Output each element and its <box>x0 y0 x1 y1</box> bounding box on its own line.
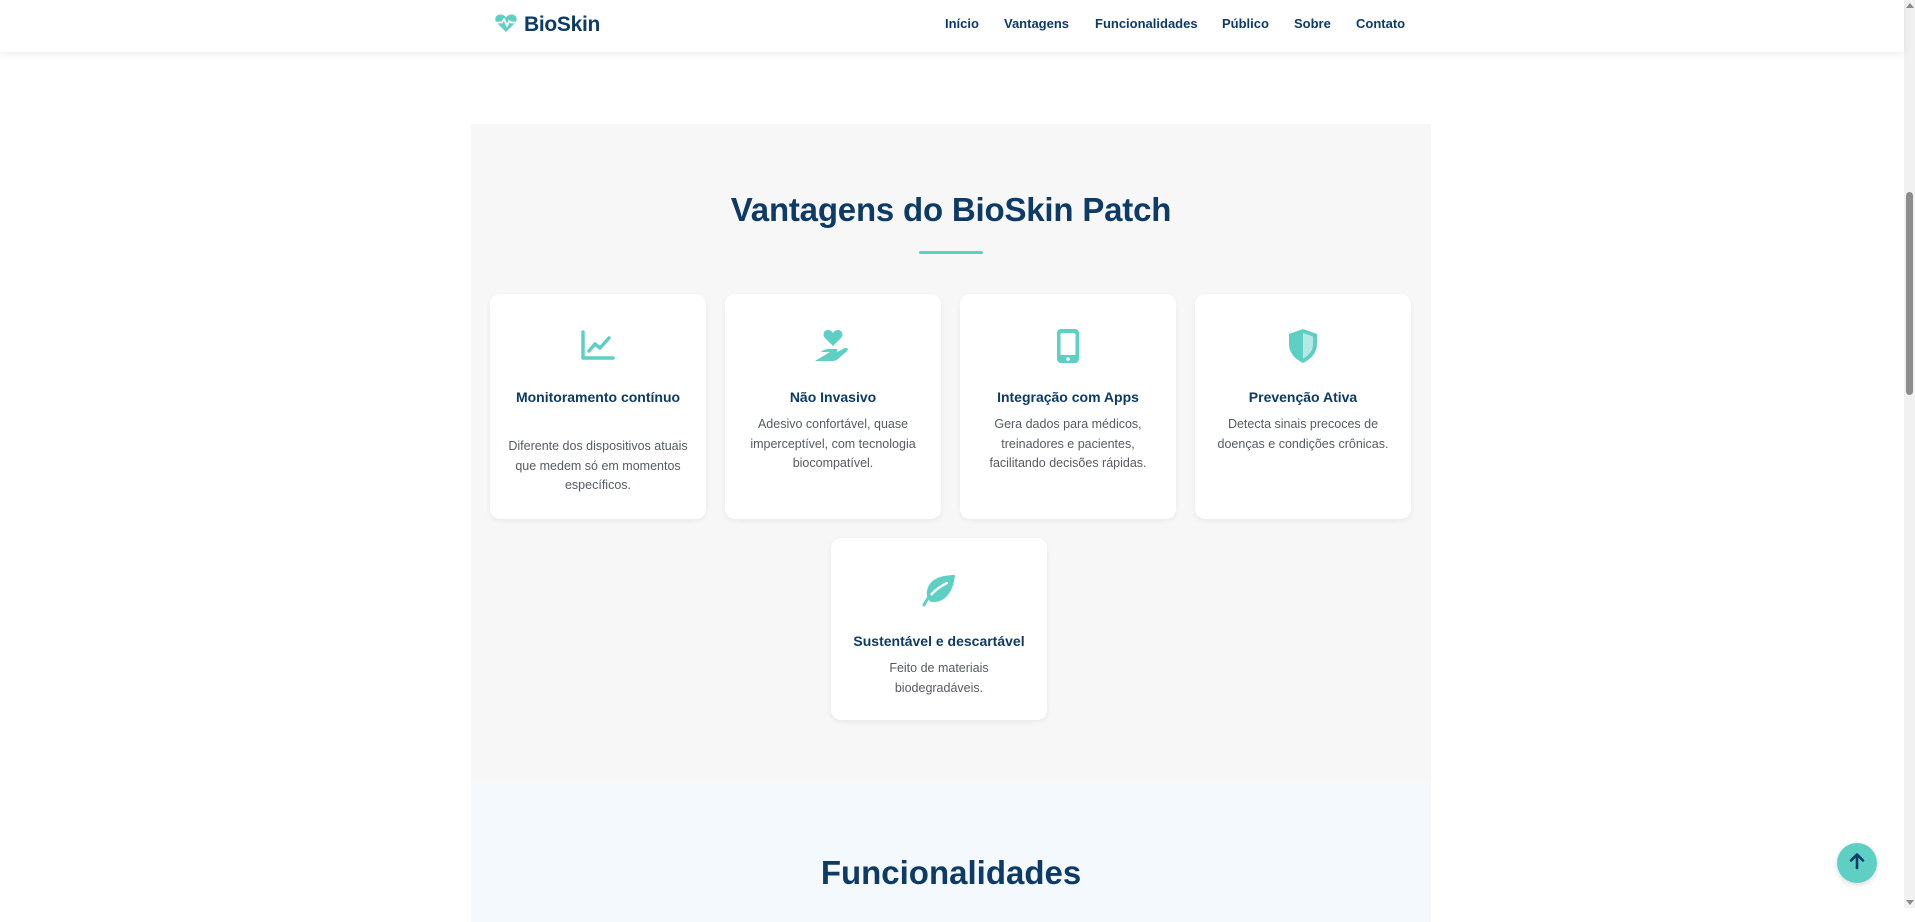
page-scrollbar[interactable] <box>1904 0 1915 908</box>
hand-holding-heart-icon <box>813 326 853 366</box>
nav-link-inicio[interactable]: Início <box>945 16 979 31</box>
card-description: Diferente dos dispositivos atuais que me… <box>508 439 688 492</box>
nav-link-contato[interactable]: Contato <box>1356 16 1405 31</box>
card-title: Não Invasivo <box>789 389 877 405</box>
card-description: Feito de materiais biodegradáveis. <box>889 661 989 695</box>
leaf-icon <box>919 570 959 610</box>
card-nao-invasivo: Não Invasivo Adesivo confortável, quase … <box>725 294 941 519</box>
section-title: Funcionalidades <box>820 854 1082 891</box>
arrow-up-icon <box>1848 852 1866 875</box>
card-title: Sustentável e descartável <box>853 633 1025 649</box>
site-header: BioSkin Início Vantagens Funcionalidades… <box>0 0 1904 52</box>
back-to-top-button[interactable] <box>1837 843 1877 883</box>
card-sustentavel: Sustentável e descartável Feito de mater… <box>831 538 1047 720</box>
nav-link-publico[interactable]: Público <box>1222 16 1269 31</box>
scroll-down-arrow-icon[interactable] <box>1906 900 1914 905</box>
heart-pulse-icon <box>494 13 518 38</box>
section-funcionalidades: Funcionalidades <box>471 782 1431 922</box>
card-title: Prevenção Ativa <box>1248 389 1358 405</box>
brand-logo[interactable]: BioSkin <box>494 12 600 38</box>
brand-name: BioSkin <box>524 13 601 36</box>
card-description: Gera dados para médicos, treinadores e p… <box>989 417 1147 470</box>
card-monitoramento: Monitoramento contínuo Diferente dos dis… <box>490 294 706 519</box>
section-title: Vantagens do BioSkin Patch <box>730 191 1172 228</box>
title-underline <box>919 251 983 254</box>
shield-icon <box>1283 326 1323 366</box>
nav-link-vantagens[interactable]: Vantagens <box>1004 16 1069 31</box>
section-vantagens: Vantagens do BioSkin Patch Monitoramento… <box>471 124 1431 782</box>
card-title: Monitoramento contínuo <box>515 389 681 405</box>
card-title: Integração com Apps <box>997 389 1139 405</box>
scroll-up-arrow-icon[interactable] <box>1906 3 1914 8</box>
nav-link-sobre[interactable]: Sobre <box>1294 16 1331 31</box>
scrollbar-thumb[interactable] <box>1906 192 1913 395</box>
mobile-phone-icon <box>1048 326 1088 366</box>
card-integracao-apps: Integração com Apps Gera dados para médi… <box>960 294 1176 519</box>
nav-link-funcionalidades[interactable]: Funcionalidades <box>1095 16 1198 31</box>
card-description: Detecta sinais precoces de doenças e con… <box>1217 417 1389 451</box>
card-prevencao-ativa: Prevenção Ativa Detecta sinais precoces … <box>1195 294 1411 519</box>
card-description: Adesivo confortável, quase imperceptível… <box>750 417 916 470</box>
chart-line-icon <box>578 326 618 366</box>
